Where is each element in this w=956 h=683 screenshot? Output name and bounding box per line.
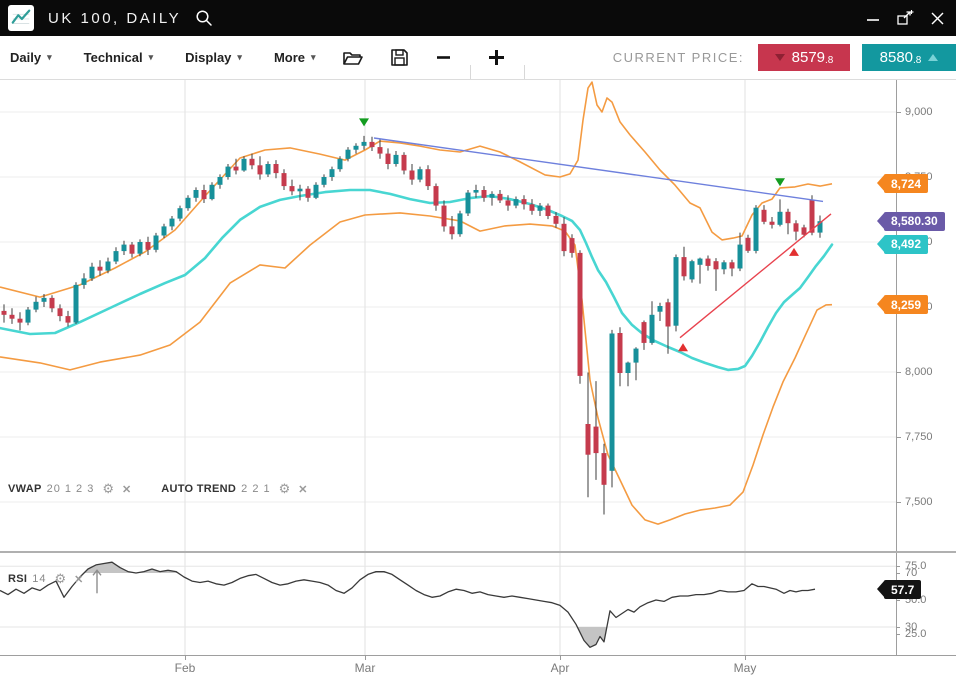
save-icon[interactable] — [390, 48, 409, 67]
bid-price-value: 8579 — [792, 49, 825, 66]
minimize-button[interactable] — [860, 5, 886, 31]
price-up-icon — [928, 54, 938, 61]
rsi-remove-icon[interactable]: ✕ — [74, 573, 83, 586]
auto-trend-settings-gear-icon[interactable]: ⚙ — [279, 481, 291, 497]
menu-more[interactable]: More▾ — [274, 50, 316, 65]
rsi-legend: RSI 14 ⚙ ✕ — [8, 571, 83, 587]
titlebar: UK 100, DAILY — [0, 0, 956, 36]
app-logo-icon — [8, 5, 34, 31]
zoom-out-icon[interactable] — [435, 49, 452, 66]
auto-trend-label: AUTO TREND — [161, 483, 236, 495]
overlay-indicator-legends: VWAP 20 1 2 3 ⚙ ✕ AUTO TREND 2 2 1 ⚙ ✕ — [8, 481, 338, 497]
price-axis[interactable] — [896, 80, 956, 655]
current-price-label: CURRENT PRICE: — [613, 50, 744, 65]
auto-trend-params: 2 2 1 — [241, 483, 270, 495]
vwap-label: VWAP — [8, 483, 42, 495]
open-folder-icon[interactable] — [342, 49, 364, 67]
chevron-down-icon: ▾ — [237, 52, 242, 63]
auto-trend-remove-icon[interactable]: ✕ — [298, 483, 307, 496]
bid-price-badge: 8579.8 — [758, 44, 850, 71]
rsi-params: 14 — [32, 573, 46, 585]
auto-trend-legend: AUTO TREND 2 2 1 ⚙ ✕ — [161, 481, 307, 497]
chevron-down-icon: ▾ — [149, 52, 154, 63]
price-down-icon — [775, 54, 785, 61]
time-axis[interactable] — [0, 655, 956, 683]
zoom-in-icon[interactable] — [487, 48, 506, 67]
toolbar-divider — [524, 65, 525, 79]
toolbar: Daily▾ Technical▾ Display▾ More▾ — [0, 36, 956, 80]
chart-window: 9,0008,7508,5008,2508,0007,7507,50075.07… — [0, 0, 956, 683]
search-icon[interactable] — [195, 9, 213, 27]
vwap-remove-icon[interactable]: ✕ — [122, 483, 131, 496]
menu-timeframe[interactable]: Daily▾ — [10, 50, 52, 65]
popout-window-button[interactable] — [892, 5, 918, 31]
chevron-down-icon: ▾ — [47, 52, 52, 63]
pane-divider[interactable] — [0, 551, 956, 553]
menu-display[interactable]: Display▾ — [185, 50, 242, 65]
vwap-legend: VWAP 20 1 2 3 ⚙ ✕ — [8, 481, 131, 497]
menu-technical[interactable]: Technical▾ — [84, 50, 154, 65]
rsi-settings-gear-icon[interactable]: ⚙ — [55, 571, 67, 587]
close-button[interactable] — [924, 5, 950, 31]
chevron-down-icon: ▾ — [311, 52, 316, 63]
vwap-params: 20 1 2 3 — [47, 483, 95, 495]
toolbar-divider — [470, 65, 471, 79]
chart-title: UK 100, DAILY — [48, 10, 181, 27]
rsi-label: RSI — [8, 573, 27, 585]
price-chart-canvas[interactable] — [0, 0, 956, 683]
vwap-settings-gear-icon[interactable]: ⚙ — [102, 481, 114, 497]
ask-price-value: 8580 — [880, 49, 913, 66]
ask-price-badge: 8580.8 — [862, 44, 956, 71]
